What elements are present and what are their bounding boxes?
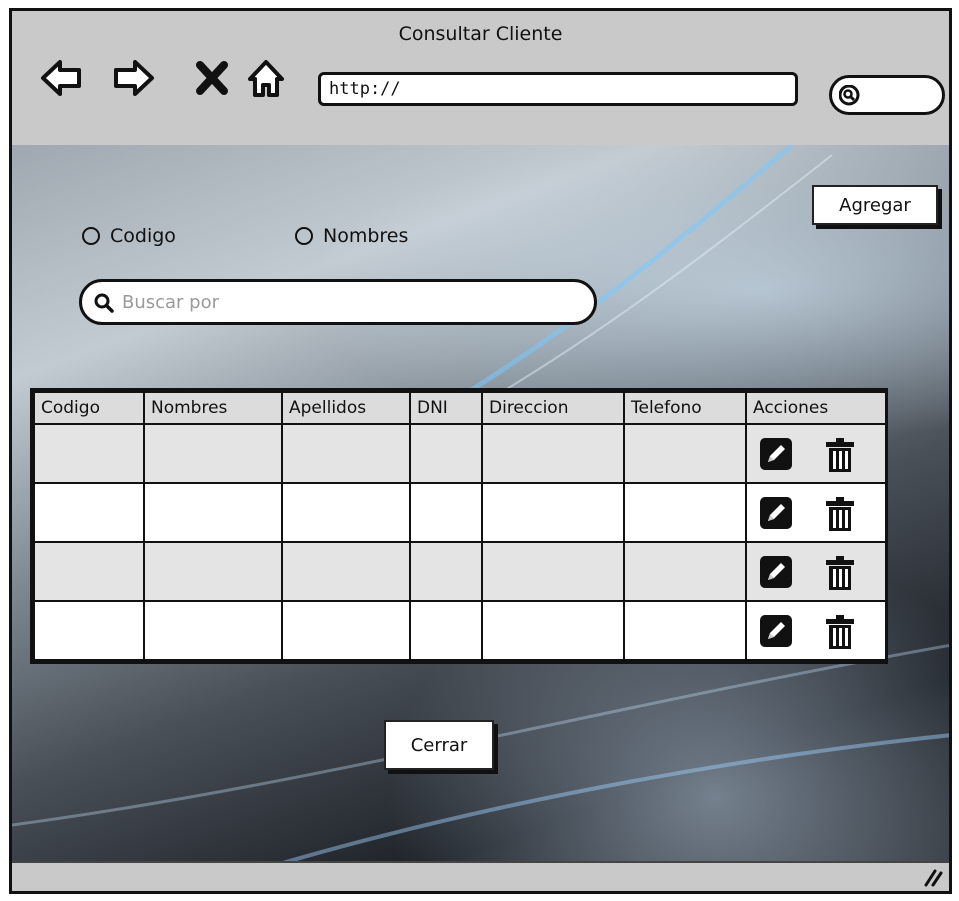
column-header-dni[interactable]: DNI (409, 391, 483, 425)
row-actions (745, 482, 887, 543)
clients-table: Codigo Nombres Apellidos DNI Direccion T… (30, 388, 888, 664)
content-area: Agregar Codigo Nombres Buscar por Codigo… (12, 145, 949, 869)
table-row[interactable] (33, 423, 887, 484)
table-cell (481, 423, 625, 484)
table-cell (143, 541, 283, 602)
radio-label-nombres: Nombres (323, 225, 409, 247)
table-cell (33, 482, 145, 543)
back-arrow-icon[interactable] (39, 55, 83, 101)
table-cell (33, 600, 145, 661)
browser-search-button[interactable] (829, 75, 945, 115)
pencil-icon[interactable] (759, 496, 793, 530)
column-header-telefono[interactable]: Telefono (623, 391, 747, 425)
table-cell (281, 482, 411, 543)
search-field[interactable] (79, 279, 597, 325)
table-cell (143, 423, 283, 484)
status-bar (12, 861, 949, 891)
search-input[interactable] (120, 288, 584, 316)
close-button[interactable]: Cerrar (384, 720, 494, 770)
column-header-nombres[interactable]: Nombres (143, 391, 283, 425)
row-actions (745, 423, 887, 484)
radio-label-codigo: Codigo (110, 225, 176, 247)
url-bar[interactable] (318, 72, 798, 106)
table-cell (481, 541, 625, 602)
trash-icon[interactable] (823, 496, 857, 532)
radio-button[interactable] (82, 227, 100, 245)
url-input[interactable] (321, 75, 788, 103)
trash-icon[interactable] (823, 437, 857, 473)
table-cell (33, 423, 145, 484)
home-icon[interactable] (244, 55, 288, 101)
table-cell (33, 541, 145, 602)
pencil-icon[interactable] (759, 437, 793, 471)
search-icon (94, 293, 114, 313)
column-header-acciones: Acciones (745, 391, 887, 425)
table-cell (623, 423, 747, 484)
table-cell (623, 482, 747, 543)
forward-arrow-icon[interactable] (112, 55, 156, 101)
pencil-icon[interactable] (759, 614, 793, 648)
search-icon (839, 85, 860, 106)
table-cell (143, 482, 283, 543)
table-cell (409, 600, 483, 661)
table-cell (281, 600, 411, 661)
row-actions (745, 541, 887, 602)
table-row[interactable] (33, 482, 887, 543)
trash-icon[interactable] (823, 555, 857, 591)
table-cell (409, 482, 483, 543)
table-cell (623, 541, 747, 602)
close-icon[interactable] (190, 55, 234, 101)
table-cell (409, 423, 483, 484)
table-cell (623, 600, 747, 661)
column-header-apellidos[interactable]: Apellidos (281, 391, 411, 425)
radio-option-codigo[interactable]: Codigo (82, 225, 176, 247)
table-cell (409, 541, 483, 602)
table-cell (281, 541, 411, 602)
column-header-direccion[interactable]: Direccion (481, 391, 625, 425)
radio-option-nombres[interactable]: Nombres (295, 225, 408, 247)
table-row[interactable] (33, 600, 887, 661)
table-cell (281, 423, 411, 484)
window-title: Consultar Cliente (398, 23, 563, 45)
row-actions (745, 600, 887, 661)
resize-grip-icon[interactable] (923, 867, 943, 887)
radio-button[interactable] (295, 227, 313, 245)
add-button[interactable]: Agregar (812, 185, 938, 225)
table-cell (481, 600, 625, 661)
table-header-row: Codigo Nombres Apellidos DNI Direccion T… (33, 391, 887, 425)
browser-toolbar: Consultar Cliente (12, 11, 949, 147)
table-cell (143, 600, 283, 661)
table-row[interactable] (33, 541, 887, 602)
table-cell (481, 482, 625, 543)
browser-window: Consultar Cliente http:// Agregar Codigo… (9, 8, 952, 894)
pencil-icon[interactable] (759, 555, 793, 589)
trash-icon[interactable] (823, 614, 857, 650)
column-header-codigo[interactable]: Codigo (33, 391, 145, 425)
